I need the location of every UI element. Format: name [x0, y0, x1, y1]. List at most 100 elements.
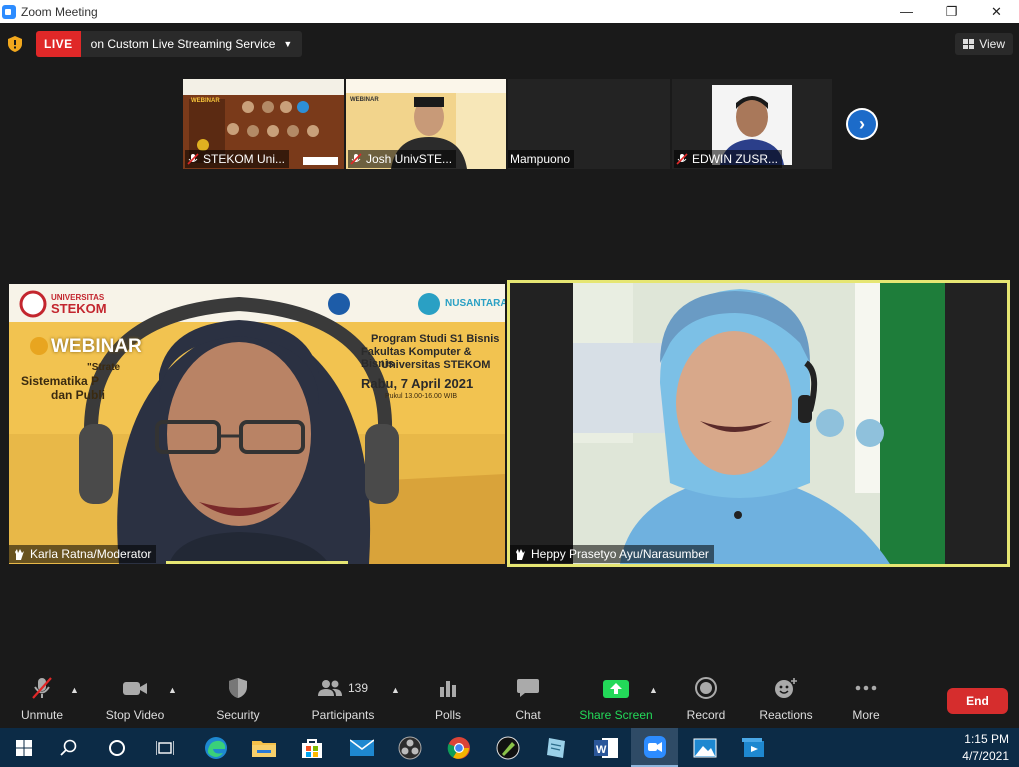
- poster-program-3: Universitas STEKOM: [381, 359, 491, 371]
- poster-date: Rabu, 7 April 2021: [361, 376, 474, 391]
- start-button[interactable]: [0, 728, 47, 767]
- participant-thumbnail[interactable]: WEBINAR Josh UnivSTE...: [346, 79, 506, 169]
- participants-icon: [317, 680, 342, 696]
- tile-name: Karla Ratna/Moderator: [30, 547, 152, 561]
- chrome-browser-icon: [447, 736, 470, 759]
- poster-time: Pukul 13.00-16.00 WIB: [385, 393, 457, 400]
- taskbar-app-obs[interactable]: [386, 728, 433, 767]
- file-explorer-icon: [251, 740, 276, 757]
- taskbar-app-chrome[interactable]: [435, 728, 482, 767]
- more-dots-icon: [855, 685, 877, 691]
- minimize-button[interactable]: —: [884, 0, 929, 23]
- pen-tool-app-icon: [496, 736, 519, 759]
- taskbar-app-explorer[interactable]: [240, 728, 287, 767]
- participant-thumbnail[interactable]: EDWIN ZUSR...: [672, 79, 832, 169]
- zoom-app-taskbar-icon: [643, 735, 666, 758]
- taskbar-app-store[interactable]: [288, 728, 335, 767]
- thumbnail-name: STEKOM Uni...: [203, 152, 286, 166]
- poster-topic-1: "Strate: [87, 362, 121, 373]
- edge-browser-icon: [204, 736, 227, 759]
- meeting-toolbar: Unmute ▲ Stop Video ▲ Security 139 Parti…: [0, 673, 1019, 727]
- host-raised-hand-icon: [15, 549, 24, 560]
- taskbar-app-notes[interactable]: [533, 728, 580, 767]
- task-view-button[interactable]: [141, 728, 188, 767]
- polls-button[interactable]: Polls: [431, 673, 465, 727]
- end-meeting-button[interactable]: End: [947, 688, 1008, 714]
- reactions-smiley-icon: [775, 678, 797, 698]
- clock-time: 1:15 PM: [964, 732, 1009, 746]
- chat-button[interactable]: Chat: [511, 673, 545, 727]
- taskbar-app-photos[interactable]: [681, 728, 728, 767]
- record-button[interactable]: Record: [685, 673, 727, 727]
- close-button[interactable]: ✕: [974, 0, 1019, 23]
- reactions-label: Reactions: [759, 708, 813, 722]
- share-screen-arrow-icon: [603, 680, 629, 698]
- encryption-shield-icon[interactable]: [8, 36, 22, 52]
- task-view-icon: [155, 740, 174, 755]
- title-bar: Zoom Meeting — ❐ ✕: [0, 0, 1019, 23]
- stop-video-label: Stop Video: [105, 708, 165, 722]
- dropdown-caret-icon: ▼: [283, 39, 293, 49]
- video-camera-icon: [123, 682, 147, 695]
- taskbar-app-video[interactable]: [730, 728, 777, 767]
- next-page-button[interactable]: ›: [846, 108, 878, 140]
- maximize-button[interactable]: ❐: [929, 0, 974, 23]
- participant-thumbnail[interactable]: Mampuono: [508, 79, 670, 169]
- taskbar-app-inkscape[interactable]: [484, 728, 531, 767]
- windows-taskbar: W 1:15 PM 4/7/2021: [0, 728, 1019, 767]
- video-options-caret-icon[interactable]: ▲: [168, 685, 177, 695]
- poster-topic-2: Sistematika P: [21, 374, 100, 388]
- video-tile-moderator[interactable]: UNIVERSITAS STEKOM NUSANTARA WEBINAR "St…: [9, 284, 505, 564]
- participant-thumbnail[interactable]: WEBINAR STEKOM Uni...: [183, 79, 344, 169]
- svg-text:WEBINAR: WEBINAR: [350, 97, 379, 103]
- svg-text:W: W: [596, 744, 607, 756]
- svg-text:WEBINAR: WEBINAR: [191, 98, 220, 104]
- view-button[interactable]: View: [955, 33, 1013, 55]
- participants-options-caret-icon[interactable]: ▲: [391, 685, 400, 695]
- participants-count: 139: [347, 681, 369, 695]
- share-options-caret-icon[interactable]: ▲: [649, 685, 658, 695]
- chat-bubble-icon: [517, 679, 539, 697]
- unmute-button[interactable]: Unmute: [14, 673, 70, 727]
- audio-options-caret-icon[interactable]: ▲: [70, 685, 79, 695]
- store-bag-icon: [301, 738, 322, 758]
- muted-mic-icon: [676, 153, 688, 165]
- taskbar-app-mail[interactable]: [338, 728, 385, 767]
- live-badge: LIVE: [36, 31, 81, 57]
- mail-envelope-icon: [349, 738, 374, 756]
- share-screen-label: Share Screen: [579, 708, 653, 722]
- cortana-button[interactable]: [93, 728, 140, 767]
- poster-partner: NUSANTARA: [445, 298, 505, 309]
- polls-bar-icon: [440, 681, 456, 697]
- polls-label: Polls: [434, 708, 461, 722]
- taskbar-app-edge[interactable]: [192, 728, 239, 767]
- muted-mic-icon: [350, 153, 362, 165]
- poster-webinar-title: WEBINAR: [51, 336, 142, 357]
- record-icon: [695, 677, 717, 699]
- grid-view-icon: [963, 39, 975, 49]
- windows-logo-icon: [15, 739, 32, 756]
- video-editor-icon: [741, 737, 764, 757]
- zoom-window: Zoom Meeting — ❐ ✕ LIVE on Custom Live S…: [0, 0, 1019, 767]
- video-tile-narasumber[interactable]: Heppy Prasetyo Ayu/Narasumber: [507, 280, 1010, 567]
- tile-name: Heppy Prasetyo Ayu/Narasumber: [531, 547, 709, 561]
- more-button[interactable]: More: [848, 673, 884, 727]
- share-screen-button[interactable]: Share Screen: [579, 673, 653, 727]
- muted-microphone-icon: [32, 677, 52, 699]
- record-label: Record: [686, 708, 726, 722]
- reactions-button[interactable]: Reactions: [758, 673, 814, 727]
- taskbar-app-zoom[interactable]: [631, 728, 678, 767]
- search-taskbar-button[interactable]: [45, 728, 92, 767]
- security-label: Security: [216, 708, 260, 722]
- security-button[interactable]: Security: [212, 673, 264, 727]
- thumbnail-name: EDWIN ZUSR...: [692, 152, 778, 166]
- participants-label: Participants: [311, 708, 375, 722]
- stop-video-button[interactable]: Stop Video: [103, 673, 167, 727]
- taskbar-app-word[interactable]: W: [582, 728, 629, 767]
- obs-studio-icon: [398, 736, 421, 759]
- taskbar-clock[interactable]: 1:15 PM 4/7/2021: [962, 731, 1009, 765]
- clock-date: 4/7/2021: [962, 749, 1009, 763]
- live-stream-button[interactable]: LIVE on Custom Live Streaming Service ▼: [36, 31, 303, 57]
- participants-button[interactable]: 139 Participants: [310, 673, 376, 727]
- live-service-label: on Custom Live Streaming Service: [90, 37, 276, 51]
